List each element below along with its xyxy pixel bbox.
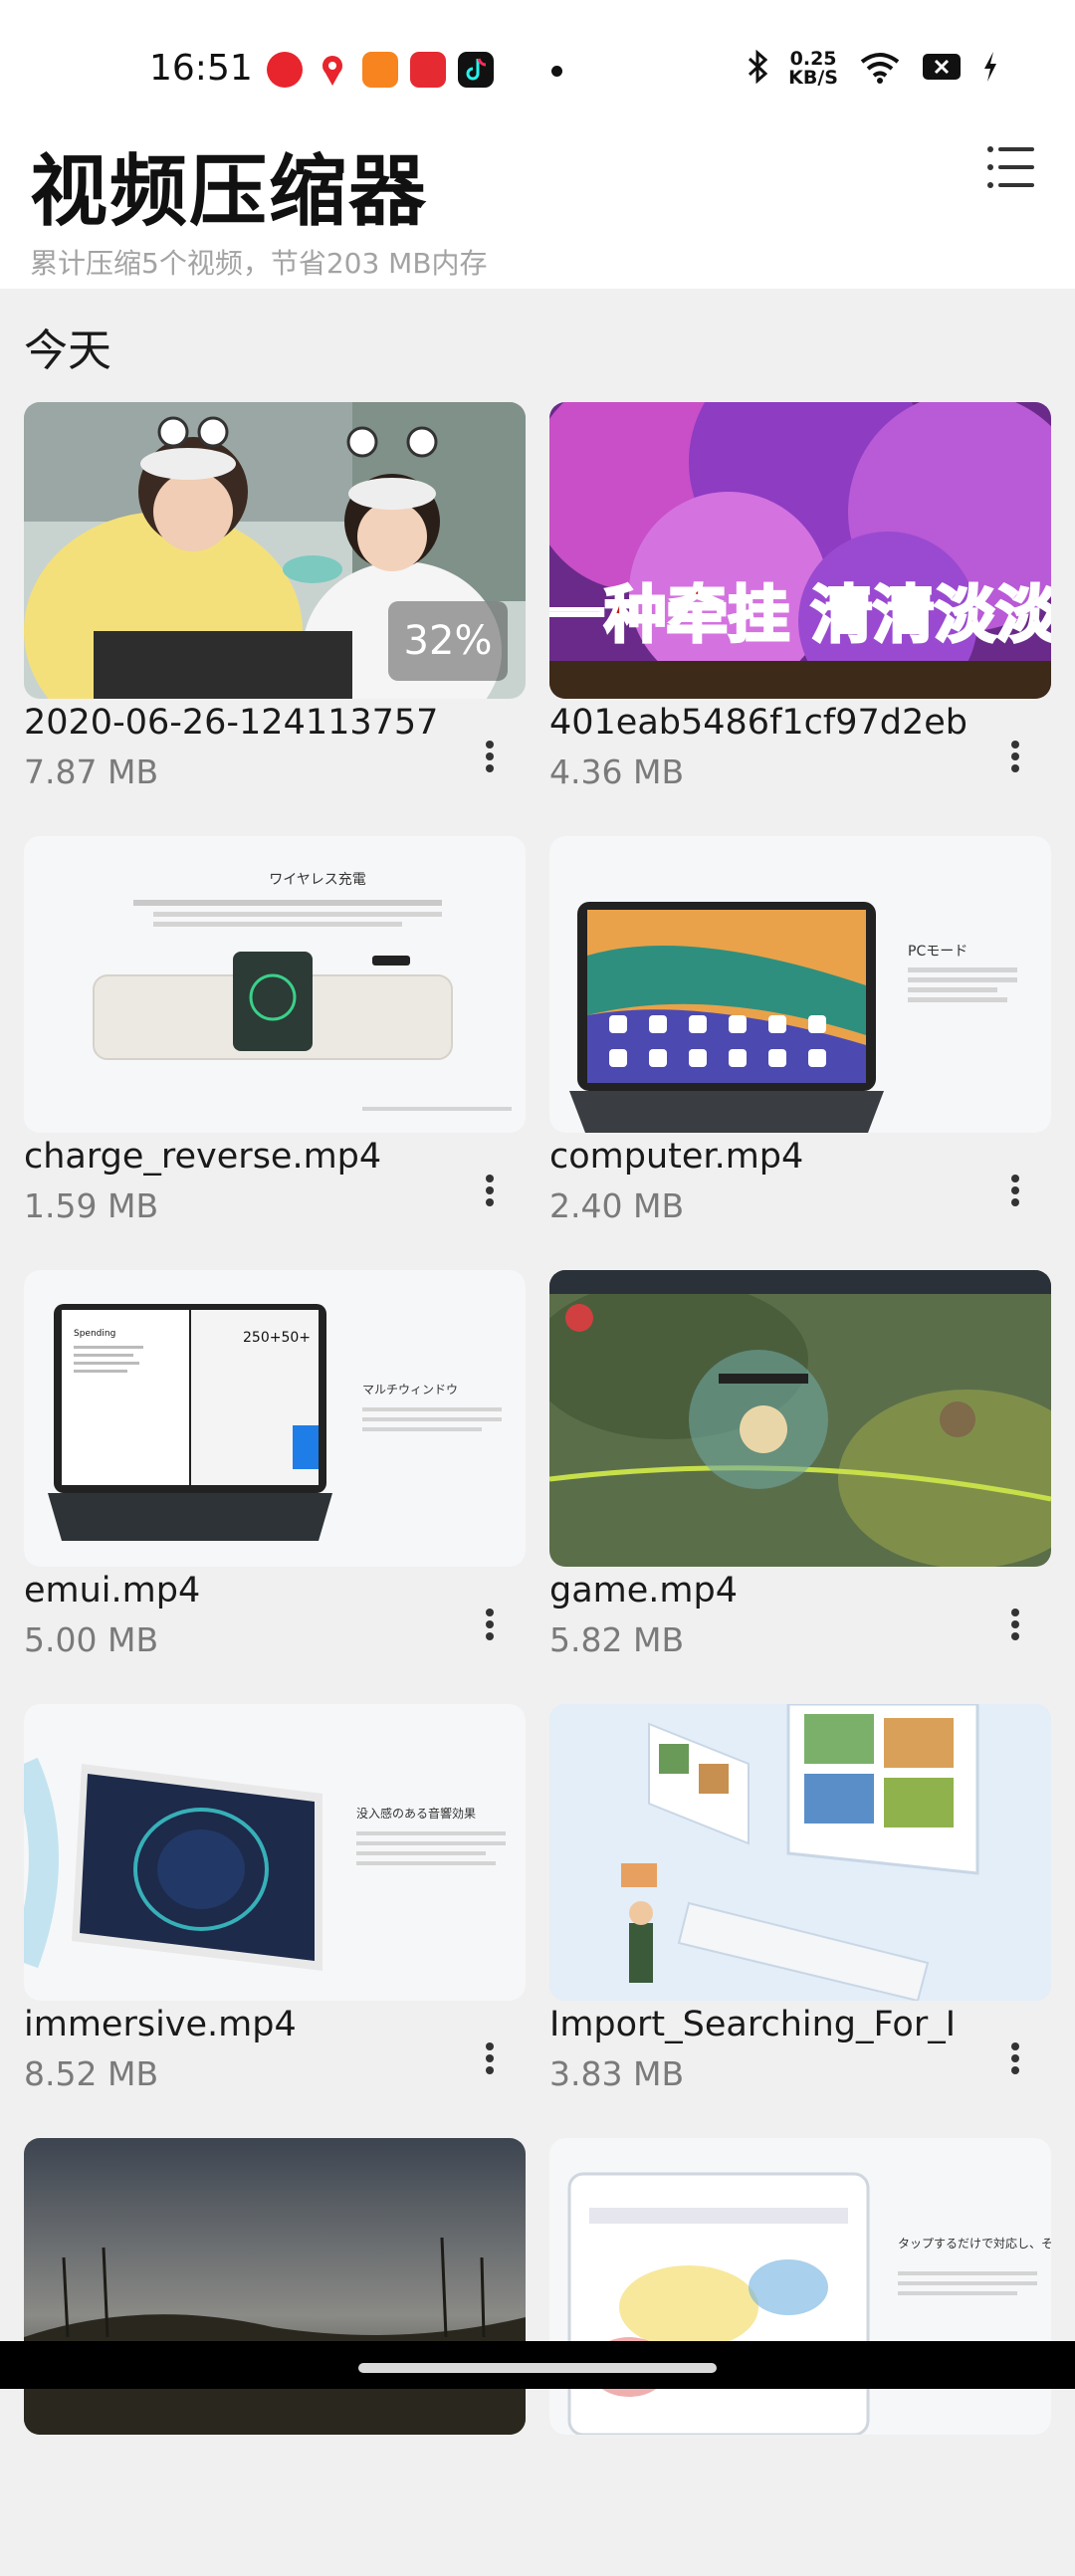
- video-filesize: 3.83 MB: [549, 2054, 685, 2093]
- thumbnail-caption: 一种牵挂 清清淡淡: [549, 578, 1051, 651]
- video-filename: charge_reverse.mp4: [24, 1137, 382, 1177]
- thumbnail-heading: ワイヤレス充電: [269, 872, 366, 888]
- more-vertical-icon: [486, 1609, 494, 1640]
- video-card[interactable]: 没入感のある音響効果 immersive.mp4 8.52 MB: [24, 1704, 526, 2142]
- more-vertical-icon: [1011, 2042, 1019, 2074]
- video-filesize: 1.59 MB: [24, 1186, 159, 1225]
- page-title: 视频压缩器: [30, 147, 429, 237]
- more-options-button[interactable]: [484, 2040, 496, 2076]
- network-speed: 0.25 KB/S: [788, 48, 838, 89]
- more-options-button[interactable]: [1009, 739, 1021, 774]
- status-bar: 16:51 0.25 KB/S: [0, 0, 1075, 129]
- app-icon-red-circle: [267, 52, 303, 88]
- app-header: 视频压缩器 累计压缩5个视频，节省203 MB内存: [0, 129, 1075, 289]
- thumbnail-heading: 没入感のある音響効果: [356, 1806, 476, 1821]
- compression-progress: 32%: [388, 601, 508, 681]
- more-options-button[interactable]: [1009, 1173, 1021, 1208]
- video-thumbnail[interactable]: 32%: [24, 402, 526, 699]
- charging-icon: [981, 50, 999, 88]
- more-options-button[interactable]: [1009, 1607, 1021, 1642]
- video-card[interactable]: ワイヤレス充電 charge_reverse.mp4 1.59 MB: [24, 836, 526, 1274]
- home-gesture-handle[interactable]: [358, 2363, 717, 2373]
- notification-dot: [551, 66, 562, 77]
- more-vertical-icon: [1011, 1609, 1019, 1640]
- thumbnail-heading: マルチウィンドウ: [362, 1383, 458, 1396]
- video-thumbnail[interactable]: [549, 1270, 1051, 1567]
- more-vertical-icon: [486, 2042, 494, 2074]
- status-time: 16:51: [149, 48, 253, 89]
- video-thumbnail[interactable]: タップするだけで対応し、そのまま使える: [549, 2138, 1051, 2435]
- video-thumbnail[interactable]: [24, 2138, 526, 2435]
- more-vertical-icon: [486, 741, 494, 772]
- video-filename: Import_Searching_For_I: [549, 2005, 957, 2044]
- more-vertical-icon: [1011, 741, 1019, 772]
- video-filename: immersive.mp4: [24, 2005, 297, 2044]
- video-filesize: 8.52 MB: [24, 2054, 159, 2093]
- app-icon-orange: [362, 52, 398, 88]
- video-filesize: 5.00 MB: [24, 1620, 159, 1659]
- notification-app-icons: [267, 52, 494, 88]
- more-options-button[interactable]: [484, 1607, 496, 1642]
- video-filesize: 2.40 MB: [549, 1186, 685, 1225]
- list-icon: [987, 146, 1034, 188]
- video-filename: 401eab5486f1cf97d2eb: [549, 703, 968, 743]
- video-thumbnail[interactable]: 一种牵挂 清清淡淡: [549, 402, 1051, 699]
- system-navigation-bar: [0, 2341, 1075, 2389]
- thumbnail-calculator: 250+50+: [243, 1330, 311, 1346]
- video-filesize: 7.87 MB: [24, 752, 159, 791]
- section-title-today: 今天: [24, 325, 111, 376]
- bluetooth-icon: [747, 49, 768, 88]
- video-card[interactable]: PCモード computer.mp4 2.40 MB: [549, 836, 1051, 1274]
- video-filename: 2020-06-26-124113757.: [24, 703, 442, 743]
- thumbnail-app-title: Spending: [74, 1329, 115, 1339]
- compression-summary: 累计压缩5个视频，节省203 MB内存: [30, 247, 488, 280]
- tiktok-icon: [458, 52, 494, 88]
- video-thumbnail[interactable]: ワイヤレス充電: [24, 836, 526, 1133]
- more-options-button[interactable]: [1009, 2040, 1021, 2076]
- video-filesize: 5.82 MB: [549, 1620, 685, 1659]
- video-thumbnail[interactable]: PCモード: [549, 836, 1051, 1133]
- video-card[interactable]: 32% 2020-06-26-124113757. 7.87 MB: [24, 402, 526, 840]
- battery-icon: [922, 52, 962, 86]
- video-thumbnail[interactable]: [549, 1704, 1051, 2001]
- video-filename: emui.mp4: [24, 1571, 201, 1610]
- wifi-icon: [858, 50, 902, 88]
- video-card[interactable]: Spending 250+50+ マルチウィンドウ emui.mp4 5.00 …: [24, 1270, 526, 1708]
- app-icon-red-square: [410, 52, 446, 88]
- video-thumbnail[interactable]: Spending 250+50+ マルチウィンドウ: [24, 1270, 526, 1567]
- video-card[interactable]: game.mp4 5.82 MB: [549, 1270, 1051, 1708]
- thumbnail-heading: PCモード: [908, 944, 968, 960]
- thumbnail-heading: タップするだけで対応し、そのまま使える: [898, 2236, 1051, 2251]
- video-filename: game.mp4: [549, 1571, 738, 1610]
- more-vertical-icon: [486, 1175, 494, 1206]
- status-right: 0.25 KB/S: [747, 50, 999, 88]
- video-card[interactable]: 一种牵挂 清清淡淡 401eab5486f1cf97d2eb 4.36 MB: [549, 402, 1051, 840]
- video-card[interactable]: Import_Searching_For_I 3.83 MB: [549, 1704, 1051, 2142]
- list-menu-button[interactable]: [985, 141, 1037, 193]
- video-filename: computer.mp4: [549, 1137, 804, 1177]
- more-options-button[interactable]: [484, 1173, 496, 1208]
- more-vertical-icon: [1011, 1175, 1019, 1206]
- more-options-button[interactable]: [484, 739, 496, 774]
- video-thumbnail[interactable]: 没入感のある音響効果: [24, 1704, 526, 2001]
- app-icon-map-pin: [315, 52, 350, 88]
- video-filesize: 4.36 MB: [549, 752, 685, 791]
